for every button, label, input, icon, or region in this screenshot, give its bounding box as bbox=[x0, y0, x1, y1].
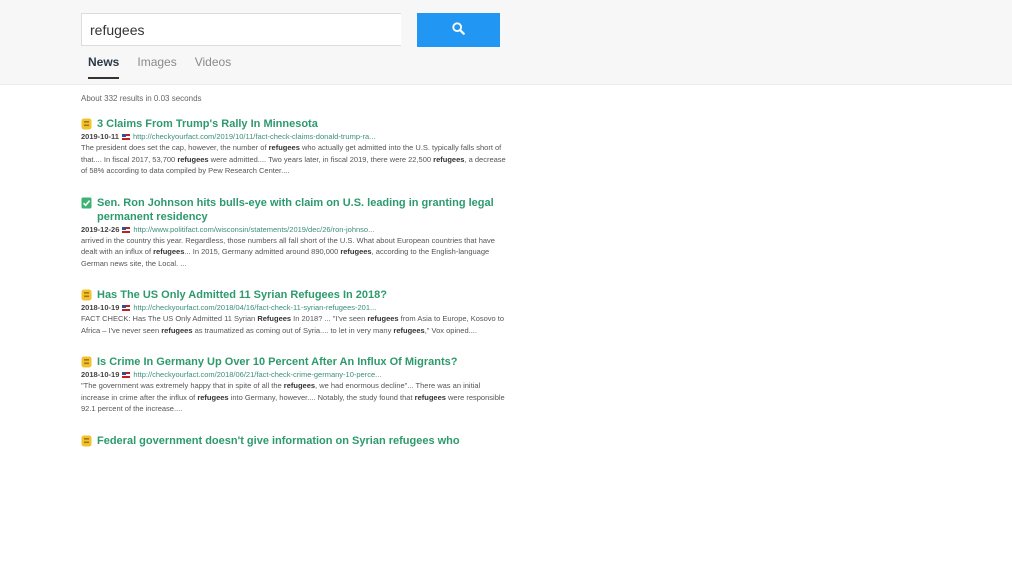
result-url[interactable]: http://checkyourfact.com/2018/06/21/fact… bbox=[133, 370, 381, 379]
result-title-text: Sen. Ron Johnson hits bulls-eye with cla… bbox=[97, 196, 494, 223]
result-title-link[interactable]: 3 Claims From Trump's Rally In Minnesota bbox=[81, 117, 506, 131]
us-flag-icon bbox=[121, 134, 130, 141]
result-title-link[interactable]: Sen. Ron Johnson hits bulls-eye with cla… bbox=[81, 196, 506, 224]
search-button[interactable] bbox=[417, 13, 500, 47]
result-snippet: arrived in the country this year. Regard… bbox=[81, 235, 506, 270]
search-input[interactable] bbox=[81, 13, 401, 46]
result-item: Is Crime In Germany Up Over 10 Percent A… bbox=[81, 355, 506, 415]
yellow-face-icon bbox=[81, 118, 92, 130]
result-date: 2018-10-19 bbox=[81, 303, 120, 312]
snippet-text: ," Vox opined.... bbox=[424, 325, 477, 335]
yellow-face-icon bbox=[81, 435, 92, 447]
snippet-text: were admitted.... Two years later, in fi… bbox=[208, 154, 434, 164]
snippet-text: as traumatized as coming out of Syria...… bbox=[192, 325, 394, 335]
snippet-text: FACT CHECK: Has The US Only Admitted 11 … bbox=[81, 314, 258, 323]
result-url[interactable]: http://checkyourfact.com/2019/10/11/fact… bbox=[133, 132, 375, 141]
result-item: Has The US Only Admitted 11 Syrian Refug… bbox=[81, 288, 506, 336]
result-title-text: Is Crime In Germany Up Over 10 Percent A… bbox=[97, 356, 458, 368]
tab-news[interactable]: News bbox=[88, 55, 120, 79]
green-check-icon bbox=[81, 197, 92, 209]
result-url[interactable]: http://checkyourfact.com/2018/04/16/fact… bbox=[133, 303, 376, 312]
result-title-text: Has The US Only Admitted 11 Syrian Refug… bbox=[97, 289, 387, 301]
us-flag-icon bbox=[122, 305, 131, 312]
snippet-highlight: refugees bbox=[153, 247, 185, 256]
result-title-text: 3 Claims From Trump's Rally In Minnesota bbox=[97, 118, 318, 130]
snippet-text: ... In 2015, Germany admitted around 890… bbox=[184, 247, 341, 256]
result-date: 2019-10-11 bbox=[81, 132, 119, 141]
snippet-highlight: refugees bbox=[393, 325, 425, 335]
result-item: 3 Claims From Trump's Rally In Minnesota… bbox=[81, 117, 506, 177]
results-count: About 332 results in 0.03 seconds bbox=[81, 94, 202, 103]
snippet-highlight: refugees bbox=[268, 143, 300, 152]
result-date: 2018-10-19 bbox=[81, 370, 120, 379]
result-snippet: The president does set the cap, however,… bbox=[81, 142, 506, 177]
result-url[interactable]: http://www.politifact.com/wisconsin/stat… bbox=[133, 225, 374, 234]
result-date: 2019-12-26 bbox=[81, 224, 120, 234]
result-snippet: "The government was extremely happy that… bbox=[81, 380, 506, 415]
search-icon bbox=[452, 22, 465, 38]
snippet-highlight: refugees bbox=[367, 314, 399, 323]
snippet-highlight: refugees bbox=[283, 381, 316, 390]
result-meta: 2018-10-19 http://checkyourfact.com/2018/… bbox=[81, 302, 506, 313]
snippet-text: The president does set the cap, however,… bbox=[81, 143, 269, 152]
tab-videos[interactable]: Videos bbox=[195, 55, 231, 79]
snippet-highlight: refugees bbox=[340, 247, 372, 256]
snippet-highlight: refugees bbox=[161, 325, 193, 335]
snippet-highlight: refugees bbox=[433, 154, 465, 164]
tab-images[interactable]: Images bbox=[137, 55, 176, 79]
yellow-face-icon bbox=[81, 356, 92, 368]
result-snippet: FACT CHECK: Has The US Only Admitted 11 … bbox=[81, 313, 506, 336]
results-list: 3 Claims From Trump's Rally In Minnesota… bbox=[81, 117, 506, 467]
snippet-text: In 2018? ... "I've seen bbox=[291, 314, 368, 323]
us-flag-icon bbox=[122, 372, 131, 379]
result-title-text: Federal government doesn't give informat… bbox=[97, 434, 460, 447]
snippet-highlight: Refugees bbox=[257, 314, 292, 323]
snippet-text: "The government was extremely happy that… bbox=[81, 381, 284, 390]
us-flag-icon bbox=[122, 226, 131, 233]
result-meta: 2018-10-19 http://checkyourfact.com/2018/… bbox=[81, 369, 506, 380]
snippet-highlight: refugees bbox=[177, 154, 209, 164]
snippet-text: into Germany, however.... Notably, the s… bbox=[228, 392, 415, 402]
result-title-link[interactable]: Has The US Only Admitted 11 Syrian Refug… bbox=[81, 288, 506, 302]
header-bar: News Images Videos bbox=[0, 0, 1012, 85]
result-item: Federal government doesn't give informat… bbox=[81, 434, 506, 448]
snippet-highlight: refugees bbox=[414, 392, 446, 402]
tab-bar: News Images Videos bbox=[88, 55, 249, 79]
result-meta: 2019-12-26 http://www.politifact.com/wisc… bbox=[81, 224, 506, 235]
result-meta: 2019-10-11 http://checkyourfact.com/2019/… bbox=[81, 131, 506, 142]
result-title-link[interactable]: Is Crime In Germany Up Over 10 Percent A… bbox=[81, 355, 506, 369]
yellow-face-icon bbox=[81, 289, 92, 301]
result-item: Sen. Ron Johnson hits bulls-eye with cla… bbox=[81, 196, 506, 270]
result-title-link[interactable]: Federal government doesn't give informat… bbox=[81, 434, 506, 448]
snippet-highlight: refugees bbox=[197, 392, 229, 402]
